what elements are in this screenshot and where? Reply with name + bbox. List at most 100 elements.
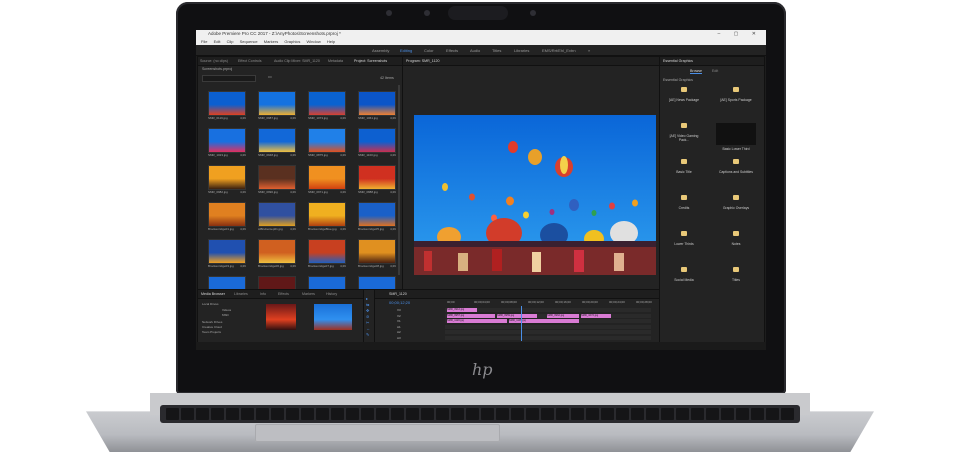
workspace-tab[interactable]: EMS/Rrt/Ehl_Extrn [542,48,576,53]
tab-sequence[interactable]: SMR_1120 [389,292,407,296]
timeline-clip[interactable]: SMR_1120.jpg [447,319,507,323]
project-thumbnail[interactable] [308,165,346,190]
timeline-clip[interactable]: SMR_0957.jpg [447,313,495,318]
tab-metadata[interactable]: Metadata [328,59,343,63]
tab-history[interactable]: History [326,292,337,296]
tree-local-drives[interactable]: Local Drives [202,302,219,306]
tab-markers[interactable]: Markers [302,292,315,296]
folder-icon[interactable]: ▭ [268,74,272,79]
graphics-category[interactable]: Essential Graphics [663,78,693,82]
project-thumbnail[interactable] [208,128,246,153]
graphics-template-item[interactable]: Notes [716,231,756,246]
track-label[interactable]: A3 [397,336,401,340]
tab-info[interactable]: Info [260,292,266,296]
project-thumbnail[interactable] [308,91,346,116]
tree-network-drives[interactable]: Network Drives [202,320,222,324]
workspace-tab[interactable]: Effects [446,48,458,53]
timeline-clip[interactable]: SMR_0912.jpg [447,308,477,312]
project-thumbnail[interactable] [308,128,346,153]
workspace-tab[interactable]: Color [424,48,434,53]
project-thumbnail[interactable] [208,165,246,190]
tab-essential-graphics[interactable]: Essential Graphics [663,59,693,63]
ruler-tick-label: 00;00;20;00 [582,300,598,304]
tree-team-projects[interactable]: Team Projects [202,330,221,334]
project-thumbnail[interactable] [258,165,296,190]
media-preview-thumbnail[interactable] [314,304,352,330]
menu-clip[interactable]: Clip [227,39,234,44]
workspace-tab[interactable]: Libraries [514,48,529,53]
media-preview-thumbnail[interactable] [266,304,296,330]
graphics-template-item[interactable]: [AE] Video Gaming Pack... [664,123,704,142]
menu-edit[interactable]: Edit [214,39,221,44]
graphics-template-item[interactable]: Credits [664,195,704,210]
menu-help[interactable]: Help [327,39,335,44]
project-search-input[interactable] [202,75,256,82]
graphics-template-item[interactable]: Captions and Subtitles [716,159,756,174]
track-label[interactable]: V1 [397,319,401,323]
track-lane[interactable] [445,335,651,340]
track-label[interactable]: V3 [397,308,401,312]
project-scrollbar[interactable] [398,85,400,275]
project-thumbnail[interactable] [358,128,396,153]
touchpad[interactable] [255,424,500,442]
timeline-clip[interactable]: SMR_1105.jpg [509,319,579,323]
project-thumbnail[interactable] [208,202,246,227]
workspace-tab[interactable]: Assembly [372,48,389,53]
graphics-template-item[interactable]: Basic Lower Third [716,123,756,151]
track-label[interactable]: A2 [397,330,401,334]
tab-libraries[interactable]: Libraries [234,292,248,296]
tree-msd[interactable]: MSD [222,313,229,317]
tab-source[interactable]: Source: (no clips) [200,59,228,63]
timeline-clip[interactable]: SMR_0959.jpg [497,313,537,318]
project-thumbnail[interactable] [358,91,396,116]
menu-sequence[interactable]: Sequence [240,39,258,44]
project-thumbnail[interactable] [358,165,396,190]
track-label[interactable]: A1 [397,325,401,329]
menu-markers[interactable]: Markers [264,39,278,44]
project-thumbnail[interactable] [308,202,346,227]
graphics-template-item[interactable]: Graphic Overlays [716,195,756,210]
project-thumbnail[interactable] [258,239,296,264]
timeline-clip[interactable]: SMR_0962.jpg [547,313,579,318]
tab-media-browser[interactable]: Media Browser [201,292,225,296]
workspace-tab[interactable]: Audio [470,48,480,53]
track-lane[interactable] [445,324,651,329]
workspace-tab-active[interactable]: Editing [400,48,412,53]
tree-creative-cloud[interactable]: Creative Cloud [202,325,222,329]
project-thumbnail[interactable] [358,202,396,227]
tab-project[interactable]: Project: Screenshots [354,59,387,63]
window-controls[interactable]: – ▢ ✕ [718,31,762,37]
timeline-clip[interactable]: SMR_1072.jpg [581,313,611,318]
timeline-timecode[interactable]: 00;00;12;20 [389,300,410,305]
graphics-template-item[interactable]: Titles [716,267,756,282]
graphics-template-item[interactable]: Lower Thirds [664,231,704,246]
timeline-playhead[interactable] [521,306,522,341]
tab-program[interactable]: Program: SMR_1120 [406,59,440,63]
workspace-tab[interactable]: Titles [492,48,501,53]
project-thumbnail[interactable] [258,202,296,227]
project-thumbnail[interactable] [208,91,246,116]
tree-videos[interactable]: Videos [222,308,231,312]
tool-icons[interactable]: ▸ ⇆ ✥ ⊘ ✂ ↔ ✎ [366,296,370,338]
menu-file[interactable]: File [201,39,207,44]
tab-audio-clip-mixer[interactable]: Audio Clip Mixer: SMR_1120 [274,59,320,63]
menu-graphics[interactable]: Graphics [284,39,300,44]
workspace-overflow[interactable]: » [588,48,590,53]
subtab-edit[interactable]: Edit [712,69,718,73]
tab-effects[interactable]: Effects [278,292,289,296]
track-label[interactable]: V2 [397,314,401,318]
subtab-browse[interactable]: Browse [690,69,702,74]
thumbnail-duration: 4;29 [240,116,246,120]
tab-effect-controls[interactable]: Effect Controls [238,59,262,63]
graphics-template-item[interactable]: Basic Title [664,159,704,174]
project-thumbnail[interactable] [258,91,296,116]
menu-window[interactable]: Window [306,39,320,44]
graphics-template-item[interactable]: [AE] Sports Package [716,87,756,102]
project-thumbnail[interactable] [208,239,246,264]
project-thumbnail[interactable] [358,239,396,264]
project-thumbnail[interactable] [258,128,296,153]
project-thumbnail[interactable] [308,239,346,264]
track-lane[interactable] [445,330,651,334]
graphics-template-item[interactable]: [AE] News Package [664,87,704,102]
graphics-template-item[interactable]: Social Media [664,267,704,282]
